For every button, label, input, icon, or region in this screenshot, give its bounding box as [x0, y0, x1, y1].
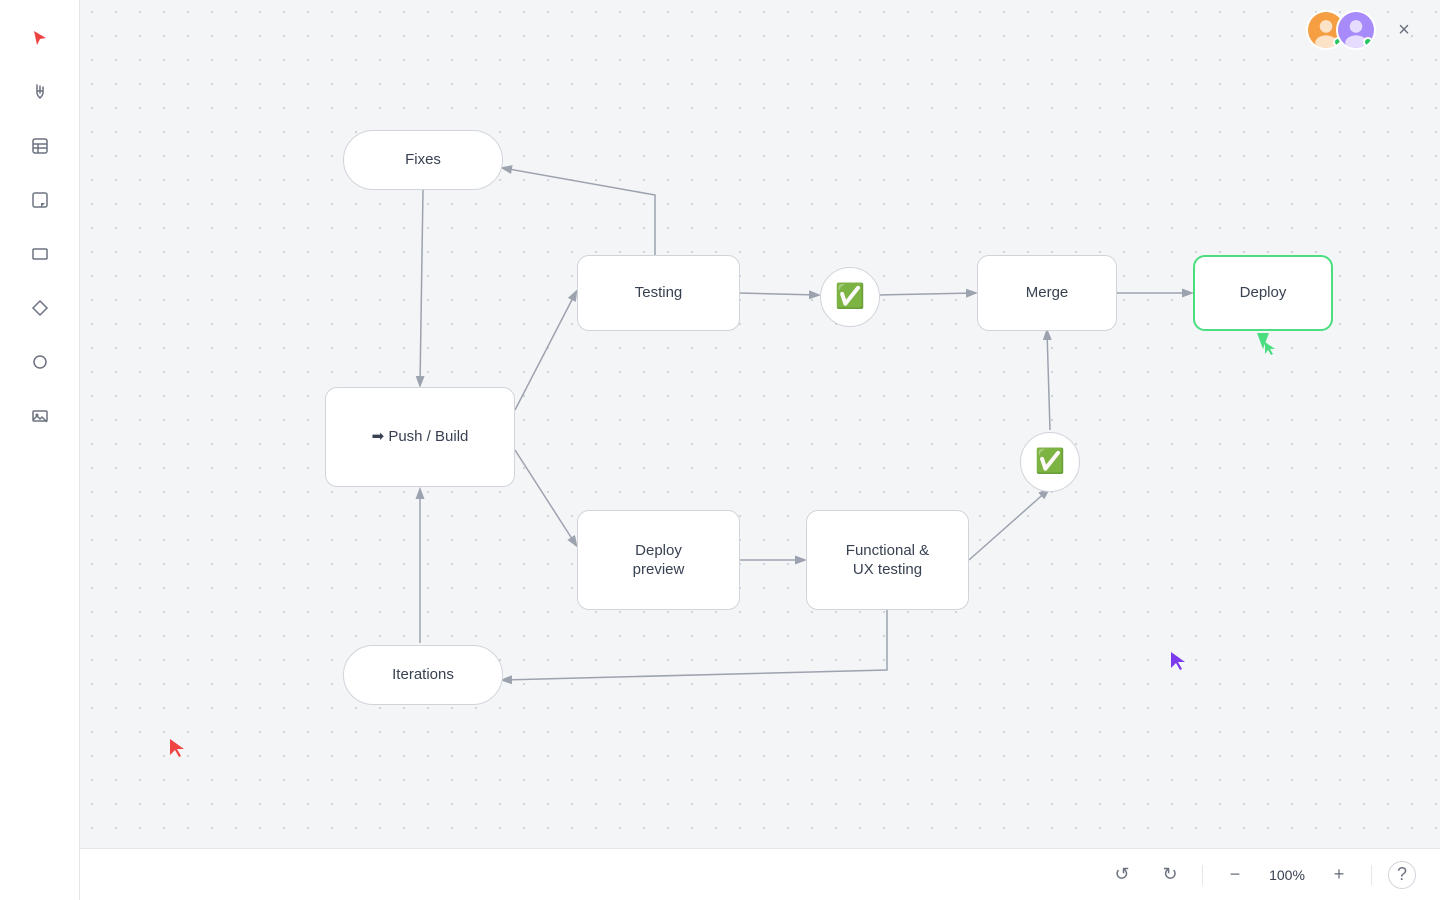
diamond-tool[interactable] [22, 290, 58, 326]
push-build-label: ➡ Push / Build [372, 427, 469, 447]
close-button[interactable]: × [1388, 14, 1420, 46]
flow-arrows [80, 0, 1440, 848]
bottom-toolbar: ↺ ↻ − 100% + ? [80, 848, 1440, 900]
zoom-out-button[interactable]: − [1219, 859, 1251, 891]
table-tool[interactable] [22, 128, 58, 164]
merge-label: Merge [1026, 283, 1069, 303]
toolbar-divider-1 [1202, 865, 1203, 885]
merge-node[interactable]: Merge [977, 255, 1117, 331]
testing-label: Testing [635, 283, 683, 303]
undo-button[interactable]: ↺ [1106, 859, 1138, 891]
redo-button[interactable]: ↻ [1154, 859, 1186, 891]
fixes-label: Fixes [405, 150, 441, 170]
iterations-node[interactable]: Iterations [343, 645, 503, 705]
checkbox2-node[interactable]: ✅ [1020, 432, 1080, 492]
zoom-in-button[interactable]: + [1323, 859, 1355, 891]
cursor-red [168, 737, 186, 762]
fixes-node[interactable]: Fixes [343, 130, 503, 190]
canvas[interactable]: Fixes ➡ Push / Build Testing ✅ Merge Dep… [80, 0, 1440, 848]
online-indicator-2 [1363, 37, 1373, 47]
deploy-node[interactable]: Deploy [1193, 255, 1333, 331]
topbar: × [80, 0, 1440, 60]
deploy-label: Deploy [1240, 283, 1287, 303]
sticky-tool[interactable] [22, 182, 58, 218]
collaborators [1306, 10, 1376, 50]
image-tool[interactable] [22, 398, 58, 434]
deploy-preview-label: Deploypreview [633, 541, 685, 580]
func-ux-node[interactable]: Functional &UX testing [806, 510, 969, 610]
circle-tool[interactable] [22, 344, 58, 380]
cursor-tool[interactable] [22, 20, 58, 56]
hand-tool[interactable] [22, 74, 58, 110]
avatar-2 [1336, 10, 1376, 50]
iterations-label: Iterations [392, 665, 454, 685]
zoom-level: 100% [1267, 867, 1307, 883]
cursor-green [1263, 340, 1277, 361]
push-build-node[interactable]: ➡ Push / Build [325, 387, 515, 487]
help-button[interactable]: ? [1388, 861, 1416, 889]
sidebar [0, 0, 80, 900]
deploy-preview-node[interactable]: Deploypreview [577, 510, 740, 610]
testing-node[interactable]: Testing [577, 255, 740, 331]
toolbar-divider-2 [1371, 865, 1372, 885]
rect-tool[interactable] [22, 236, 58, 272]
func-ux-label: Functional &UX testing [846, 541, 929, 580]
checkbox1-node[interactable]: ✅ [820, 267, 880, 327]
cursor-purple [1169, 650, 1187, 675]
